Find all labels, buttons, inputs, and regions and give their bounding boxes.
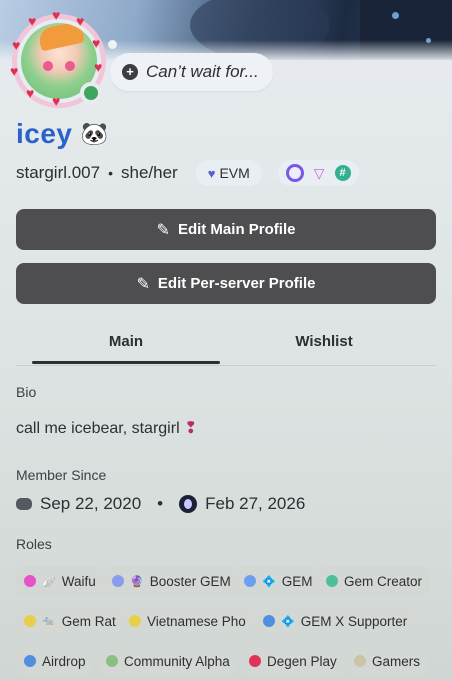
pronouns: she/her bbox=[121, 163, 178, 182]
banner-star bbox=[392, 12, 399, 19]
role-name: Vietnamese Pho bbox=[147, 613, 246, 629]
edit-main-profile-button[interactable]: ✎ Edit Main Profile bbox=[16, 209, 436, 250]
hashtag-badge-icon[interactable]: # bbox=[334, 165, 351, 181]
role-emoji-icon: 💠 bbox=[281, 615, 295, 628]
role-name: Gamers bbox=[372, 653, 421, 669]
edit-per-server-profile-label: Edit Per-server Profile bbox=[157, 275, 316, 292]
server-member-since-date: Feb 27, 2026 bbox=[205, 494, 306, 513]
role-color-dot bbox=[354, 655, 366, 667]
avatar[interactable]: ♥ ♥ ♥ ♥ ♥ ♥ ♥ ♥ ♥ bbox=[10, 8, 106, 109]
edit-main-profile-label: Edit Main Profile bbox=[177, 221, 296, 238]
heart-decoration-icon: ♥ bbox=[28, 13, 37, 29]
role-chip[interactable]: 💠 GEM bbox=[236, 566, 321, 596]
role-color-dot bbox=[263, 615, 275, 627]
custom-status-text: Can’t wait for... bbox=[146, 62, 259, 81]
server-tag-badge[interactable]: ♥ EVM bbox=[195, 160, 262, 186]
heart-decoration-icon: ♥ bbox=[92, 35, 101, 51]
role-chip[interactable]: 🔮 Booster GEM bbox=[104, 566, 239, 596]
user-meta-row: stargirl.007 • she/her ♥ EVM ▽ # bbox=[16, 160, 359, 186]
heart-decoration-icon: ♥ bbox=[26, 85, 35, 101]
role-name: Gem Rat bbox=[61, 613, 116, 629]
role-emoji-icon: 🐀 bbox=[42, 615, 56, 628]
discord-member-since-date: Sep 22, 2020 bbox=[40, 494, 142, 513]
role-color-dot bbox=[24, 575, 36, 587]
profile-badges: ▽ # bbox=[277, 160, 359, 186]
role-name: Booster GEM bbox=[149, 573, 231, 589]
member-since-heading: Member Since bbox=[16, 467, 107, 483]
heart-decoration-icon: ♥ bbox=[52, 93, 61, 109]
heart-decoration-icon: ♥ bbox=[94, 59, 103, 75]
display-name-row: icey 🐼 bbox=[16, 118, 108, 150]
username: stargirl.007 bbox=[16, 163, 101, 182]
role-chip[interactable]: 🐀 Gem Rat bbox=[16, 606, 124, 636]
tab-main[interactable]: Main bbox=[32, 318, 220, 364]
pencil-icon: ✎ bbox=[156, 221, 170, 239]
role-color-dot bbox=[24, 655, 36, 667]
heart-decoration-icon: ♥ bbox=[52, 7, 61, 23]
role-name: Waifu bbox=[61, 573, 96, 589]
member-since-row: Sep 22, 2020 • Feb 27, 2026 bbox=[16, 494, 305, 514]
role-chip[interactable]: Gem Creator bbox=[318, 566, 431, 596]
heart-decoration-icon: ♥ bbox=[10, 63, 19, 79]
role-color-dot bbox=[326, 575, 338, 587]
role-chip[interactable]: Community Alpha bbox=[98, 646, 238, 676]
bio-heading: Bio bbox=[16, 384, 37, 400]
meta-separator: • bbox=[108, 165, 114, 181]
nitro-badge-icon[interactable] bbox=[285, 164, 304, 182]
heart-decoration-icon: ♥ bbox=[12, 37, 21, 53]
panda-emoji-icon: 🐼 bbox=[80, 121, 108, 146]
role-chip[interactable]: Airdrop bbox=[16, 646, 94, 676]
server-tag-label: EVM bbox=[219, 165, 250, 181]
role-name: Gem Creator bbox=[344, 573, 423, 589]
role-color-dot bbox=[129, 615, 141, 627]
role-name: GEM X Supporter bbox=[300, 613, 408, 629]
role-emoji-icon: 🔮 bbox=[130, 575, 144, 588]
server-icon bbox=[179, 495, 198, 513]
booster-gem-badge-icon[interactable]: ▽ bbox=[314, 165, 325, 182]
role-name: Airdrop bbox=[42, 653, 86, 669]
bio-content: call me icebear, stargirl bbox=[16, 420, 180, 437]
role-color-dot bbox=[24, 615, 36, 627]
active-tab-indicator bbox=[32, 361, 220, 364]
bio-emoji-icon: ❢ bbox=[184, 420, 198, 437]
role-color-dot bbox=[249, 655, 261, 667]
edit-per-server-profile-button[interactable]: ✎ Edit Per-server Profile bbox=[16, 263, 436, 304]
custom-status-bubble[interactable]: + Can’t wait for... bbox=[110, 53, 273, 91]
roles-heading: Roles bbox=[16, 536, 52, 552]
online-status-indicator bbox=[80, 82, 102, 104]
role-chip[interactable]: 🪽 Waifu bbox=[16, 566, 104, 596]
tab-wishlist[interactable]: Wishlist bbox=[230, 318, 418, 364]
display-name: icey bbox=[16, 118, 73, 149]
heart-gem-icon: ♥ bbox=[207, 165, 216, 181]
profile-tabs: Main Wishlist bbox=[16, 318, 436, 366]
add-status-icon: + bbox=[122, 64, 138, 80]
role-color-dot bbox=[106, 655, 118, 667]
role-emoji-icon: 💠 bbox=[262, 575, 276, 588]
role-chip[interactable]: Vietnamese Pho bbox=[121, 606, 254, 636]
bio-text: call me icebear, stargirl ❢ bbox=[16, 418, 197, 438]
discord-icon bbox=[16, 498, 32, 510]
pencil-icon: ✎ bbox=[136, 275, 150, 293]
member-since-separator: • bbox=[157, 494, 164, 513]
heart-decoration-icon: ♥ bbox=[76, 13, 85, 29]
role-chip[interactable]: 💠 GEM X Supporter bbox=[255, 606, 416, 636]
role-color-dot bbox=[244, 575, 256, 587]
role-name: GEM bbox=[281, 573, 313, 589]
role-name: Degen Play bbox=[267, 653, 337, 669]
role-color-dot bbox=[112, 575, 124, 587]
role-emoji-icon: 🪽 bbox=[42, 575, 56, 588]
role-name: Community Alpha bbox=[124, 653, 230, 669]
role-chip[interactable]: Gamers bbox=[346, 646, 429, 676]
role-chip[interactable]: Degen Play bbox=[241, 646, 345, 676]
